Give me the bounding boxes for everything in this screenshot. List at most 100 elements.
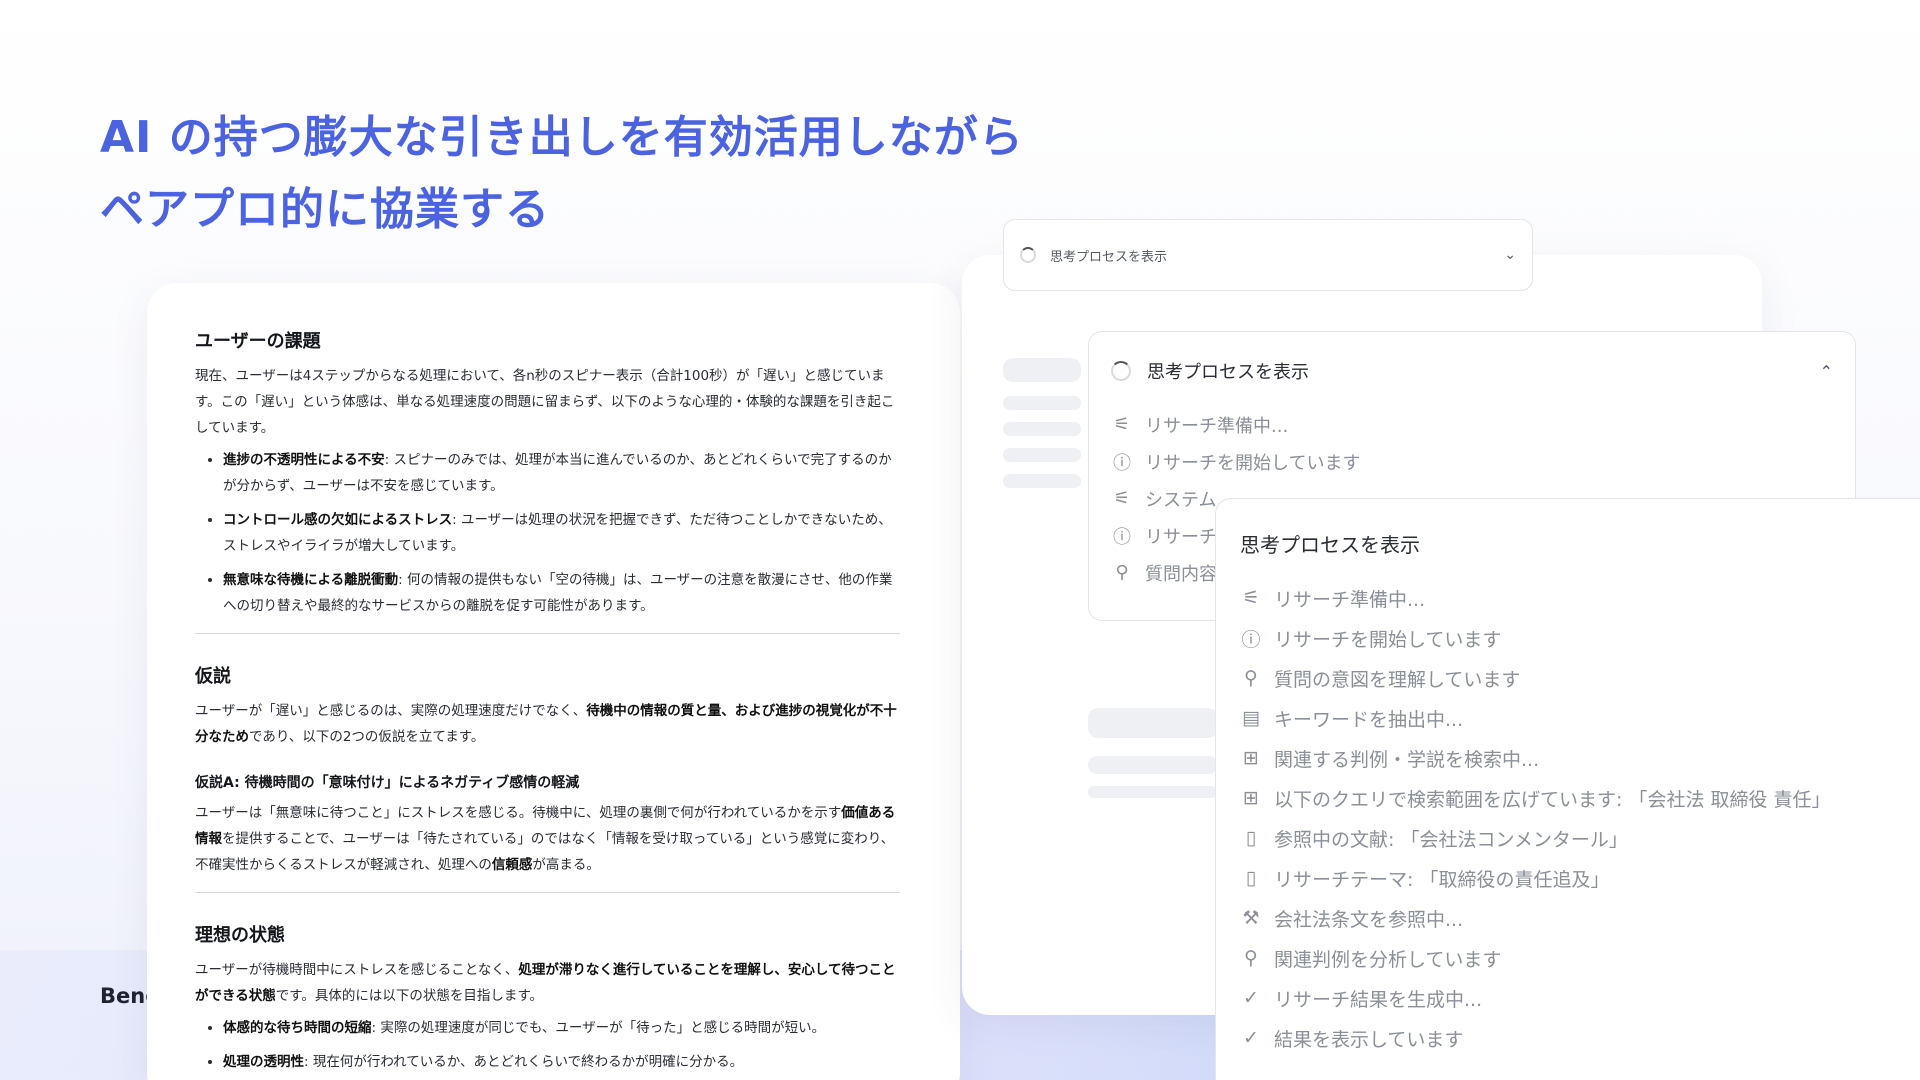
list-item: ⊞ 関連する判例・学説を検索中... (1240, 738, 1910, 778)
step-text: 参照中の文献: 「会社法コンメンタール」 (1274, 828, 1628, 851)
bullet-list: 体感的な待ち時間の短縮: 実際の処理速度が同じでも、ユーザーが「待った」と感じる… (195, 1015, 900, 1075)
open-book-icon: ⊞ (1243, 747, 1259, 769)
section-title-hypothesis: 仮説 (195, 666, 231, 687)
list-item: ⊞ 以下のクエリで検索範囲を広げています: 「会社法 取締役 責任」 (1240, 778, 1910, 818)
body-text: が高まる。 (532, 857, 600, 873)
step-text: リサーチを開始しています (1145, 452, 1361, 474)
body-text: ユーザーが待機時間中にストレスを感じることなく、 (195, 962, 519, 978)
section-title-user-problem: ユーザーの課題 (195, 331, 321, 352)
thinking-process-toggle[interactable]: 思考プロセスを表示 ⌃ (1111, 358, 1833, 384)
list-item: ▯ リサーチテーマ: 「取締役の責任追及」 (1240, 858, 1910, 898)
body-text: です。具体的には以下の状態を目指します。 (275, 988, 544, 1004)
chevron-down-icon: ⌄ (1504, 247, 1516, 263)
headline-line-1: AI の持つ膨大な引き出しを有効活用しながら (100, 112, 1024, 163)
skeleton-line (1003, 358, 1081, 382)
body-text: であり、以下の2つの仮説を立てます。 (249, 729, 485, 745)
skeleton-line (1003, 474, 1081, 488)
step-text: 関連する判例・学説を検索中... (1274, 748, 1540, 771)
skeleton-line (1088, 786, 1218, 798)
book-icon: ▯ (1245, 827, 1257, 849)
divider (195, 633, 900, 634)
subsection-body: ユーザーは「無意味に待つこと」にストレスを感じる。待機中に、処理の裏側で何が行わ… (195, 800, 900, 878)
search-icon: ⚲ (1244, 667, 1258, 689)
info-icon: ⓘ (1113, 452, 1131, 474)
step-text: リサーチ結果を生成中... (1274, 988, 1483, 1011)
document-card: ユーザーの課題 現在、ユーザーは4ステップからなる処理において、各n秒のスピナー… (147, 283, 960, 1080)
list-item: 処理の透明性: 現在何が行われているか、あとどれくらいで終わるかが明確に分かる。 (223, 1049, 900, 1075)
list-item: ✓ 結果を表示しています (1240, 1018, 1910, 1058)
page-headline: AI の持つ膨大な引き出しを有効活用しながら ペアプロ的に協業する (100, 102, 1024, 246)
thinking-process-panel-full: 思考プロセスを表示 ⚟ リサーチ準備中... ⓘ リサーチを開始しています ⚲ 質問の… (1215, 498, 1920, 1080)
bullet-text: : 実際の処理速度が同じでも、ユーザーが「待った」と感じる時間が短い。 (371, 1020, 826, 1036)
list-item: ▯ 参照中の文献: 「会社法コンメンタール」 (1240, 818, 1910, 858)
bullet-bold: 体感的な待ち時間の短縮 (223, 1020, 372, 1036)
toggle-label: 思考プロセスを表示 (1050, 249, 1168, 265)
bullet-bold: 処理の透明性 (223, 1054, 304, 1070)
skeleton-line (1003, 422, 1081, 436)
list-item: ⚟ リサーチ準備中... (1111, 406, 1833, 443)
headline-line-2: ペアプロ的に協業する (100, 184, 550, 235)
step-text: 質問の意図を理解しています (1274, 668, 1521, 691)
step-text: リサーチテーマ: 「取締役の責任追及」 (1274, 868, 1610, 891)
list-item: ⓘ リサーチを開始しています (1111, 443, 1833, 480)
step-text: リサーチを開始しています (1274, 628, 1502, 651)
document-icon: ▤ (1242, 707, 1260, 729)
bullet-text: : 現在何が行われているか、あとどれくらいで終わるかが明確に分かる。 (304, 1054, 744, 1070)
subsection-title: 仮説A: 待機時間の「意味付け」によるネガティブ感情の軽減 (195, 775, 580, 791)
divider (195, 892, 900, 893)
skeleton-line (1003, 396, 1081, 410)
panel-title: 思考プロセスを表示 (1240, 533, 1420, 557)
search-icon: ⚲ (1244, 947, 1258, 969)
step-text: システム (1145, 489, 1217, 511)
check-circle-icon: ✓ (1243, 987, 1259, 1009)
chevron-up-icon: ⌃ (1819, 361, 1833, 381)
step-text: リサーチ準備中... (1145, 415, 1289, 437)
list-item: ⚒ 会社法条文を参照中... (1240, 898, 1910, 938)
list-item: ⚟ リサーチ準備中... (1240, 578, 1910, 618)
section-body: ユーザーが「遅い」と感じるのは、実際の処理速度だけでなく、待機中の情報の質と量、… (195, 698, 900, 750)
bullet-bold: コントロール感の欠如によるストレス (223, 512, 453, 528)
section-body: 現在、ユーザーは4ステップからなる処理において、各n秒のスピナー表示（合計100… (195, 368, 895, 436)
list-item: ✓ リサーチ結果を生成中... (1240, 978, 1910, 1018)
step-text: キーワードを抽出中... (1274, 708, 1464, 731)
list-item: ⚲ 関連判例を分析しています (1240, 938, 1910, 978)
sliders-icon: ⚟ (1242, 587, 1260, 609)
info-icon: ⓘ (1241, 628, 1261, 651)
toggle-label: 思考プロセスを表示 (1147, 362, 1309, 383)
sliders-icon: ⚟ (1113, 488, 1131, 509)
step-text: 関連判例を分析しています (1274, 948, 1502, 971)
bullet-bold: 進捗の不透明性による不安 (223, 452, 385, 468)
section-body: ユーザーが待機時間中にストレスを感じることなく、処理が滞りなく進行していることを… (195, 957, 900, 1009)
bullet-bold: 無意味な待機による離脱衝動 (223, 572, 399, 588)
skeleton-line (1088, 708, 1218, 738)
open-book-icon: ⊞ (1243, 787, 1259, 809)
gavel-icon: ⚒ (1242, 907, 1260, 929)
loading-spinner-icon (1020, 247, 1036, 263)
section-title-ideal-state: 理想の状態 (195, 925, 285, 946)
body-bold: 信頼感 (491, 857, 533, 873)
thinking-process-toggle-collapsed[interactable]: 思考プロセスを表示 ⌄ (1003, 219, 1533, 291)
step-text: 結果を表示しています (1274, 1028, 1464, 1051)
book-icon: ▯ (1245, 867, 1257, 889)
skeleton-line (1003, 448, 1081, 462)
step-text: リサーチ準備中... (1274, 588, 1426, 611)
list-item: コントロール感の欠如によるストレス: ユーザーは処理の状況を把握できず、ただ待つ… (223, 507, 900, 559)
sliders-icon: ⚟ (1113, 414, 1131, 435)
body-text: ユーザーが「遅い」と感じるのは、実際の処理速度だけでなく、 (195, 703, 587, 719)
list-item: ⓘ リサーチを開始しています (1240, 618, 1910, 658)
list-item: 体感的な待ち時間の短縮: 実際の処理速度が同じでも、ユーザーが「待った」と感じる… (223, 1015, 900, 1041)
info-icon: ⓘ (1113, 526, 1131, 548)
search-icon: ⚲ (1115, 562, 1129, 583)
step-list: ⚟ リサーチ準備中... ⓘ リサーチを開始しています ⚲ 質問の意図を理解しています… (1240, 578, 1910, 1058)
list-item: 進捗の不透明性による不安: スピナーのみでは、処理が本当に進んでいるのか、あとど… (223, 447, 900, 499)
check-circle-icon: ✓ (1243, 1027, 1259, 1049)
skeleton-line (1088, 756, 1218, 774)
step-text: 会社法条文を参照中... (1274, 908, 1464, 931)
list-item: 無意味な待機による離脱衝動: 何の情報の提供もない「空の待機」は、ユーザーの注意… (223, 567, 900, 619)
step-text: 以下のクエリで検索範囲を広げています: 「会社法 取締役 責任」 (1274, 788, 1831, 811)
body-text: ユーザーは「無意味に待つこと」にストレスを感じる。待機中に、処理の裏側で何が行わ… (195, 805, 842, 821)
loading-spinner-icon (1111, 361, 1131, 381)
step-text: 質問内容 (1145, 563, 1217, 585)
bullet-list: 進捗の不透明性による不安: スピナーのみでは、処理が本当に進んでいるのか、あとど… (195, 447, 900, 619)
list-item: ⚲ 質問の意図を理解しています (1240, 658, 1910, 698)
